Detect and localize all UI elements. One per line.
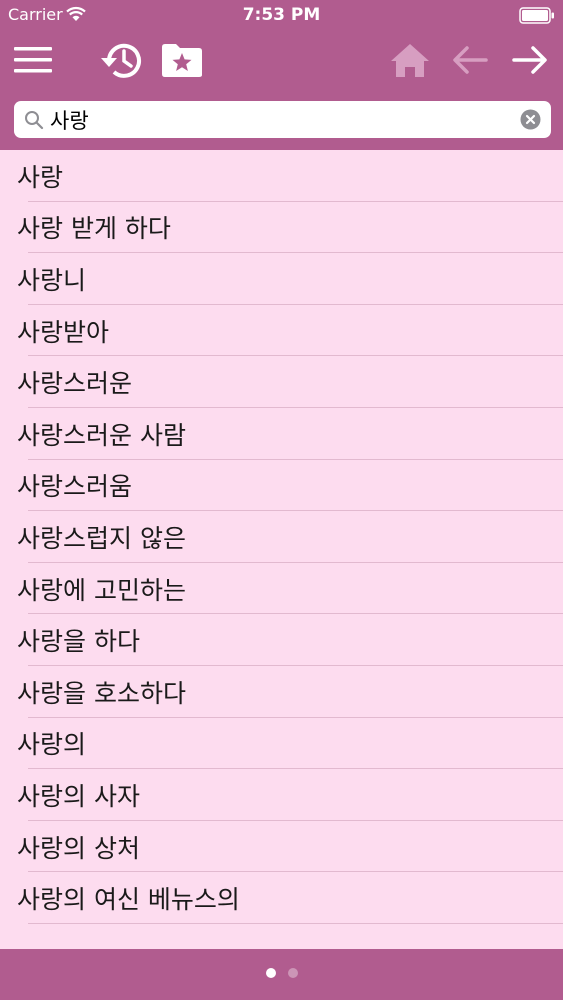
search-icon [25, 111, 44, 130]
result-item[interactable]: 사랑스러움 [0, 460, 563, 512]
back-button[interactable] [446, 37, 494, 83]
page-dot[interactable] [265, 968, 276, 978]
history-icon [101, 43, 141, 78]
favorites-folder-icon [162, 44, 202, 77]
menu-button[interactable] [9, 37, 57, 83]
result-item[interactable]: 사랑의 상처 [0, 821, 563, 873]
menu-icon [14, 47, 52, 73]
result-item[interactable]: 사랑을 하다 [0, 614, 563, 666]
page-indicator[interactable] [0, 968, 563, 978]
result-item[interactable]: 사랑스러운 사람 [0, 408, 563, 460]
result-item[interactable]: 사랑스럽지 않은 [0, 511, 563, 563]
back-arrow-icon [453, 46, 488, 74]
favorites-button[interactable] [158, 37, 206, 83]
result-list: 사랑 사랑 받게 하다 사랑니 사랑받아 사랑스러운 사랑스러운 사람 사랑스러움 사랑스럽지… [0, 150, 563, 949]
bottom-bar [0, 949, 563, 1000]
result-item[interactable]: 사랑 받게 하다 [0, 202, 563, 254]
forward-arrow-icon [512, 46, 547, 74]
result-item[interactable]: 사랑의 [0, 718, 563, 770]
battery-icon [519, 7, 554, 24]
result-item[interactable]: 사랑의 여신 베뉴스의 [0, 872, 563, 924]
history-button[interactable] [98, 37, 146, 83]
clear-search-icon[interactable] [520, 109, 541, 130]
search-bar [14, 101, 551, 138]
header: Carrier 7:53 PM [0, 0, 563, 150]
result-item[interactable]: 사랑의 사자 [0, 769, 563, 821]
toolbar [0, 30, 563, 92]
status-time: 7:53 PM [242, 5, 321, 25]
status-bar: Carrier 7:53 PM [0, 0, 563, 30]
search-input[interactable] [50, 101, 520, 138]
result-item[interactable]: 사랑을 호소하다 [0, 666, 563, 718]
forward-button[interactable] [506, 37, 554, 83]
page-dot[interactable] [287, 968, 298, 978]
result-item[interactable]: 사랑 [0, 150, 563, 202]
result-item[interactable]: 사랑스러운 [0, 356, 563, 408]
home-icon [391, 44, 429, 77]
result-item[interactable]: 사랑니 [0, 253, 563, 305]
home-button[interactable] [386, 37, 434, 83]
result-item[interactable]: 사랑에 고민하는 [0, 563, 563, 615]
result-item[interactable]: 사랑받아 [0, 305, 563, 357]
